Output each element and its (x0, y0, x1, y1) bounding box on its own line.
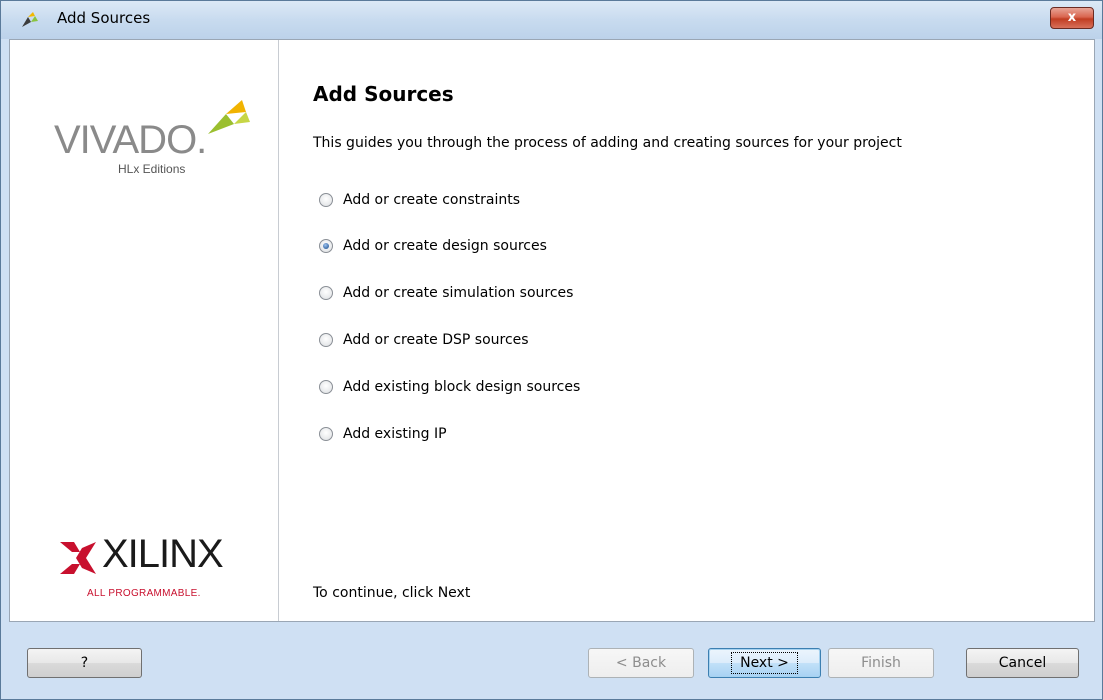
option-label[interactable]: Add or create DSP sources (343, 332, 529, 348)
option-add-create-dsp-sources[interactable]: Add or create DSP sources (319, 330, 529, 350)
cancel-button-label: Cancel (998, 655, 1047, 671)
option-label[interactable]: Add or create simulation sources (343, 285, 573, 301)
back-button-label: < Back (615, 655, 667, 671)
help-button[interactable]: ? (27, 648, 142, 678)
dialog-body: VIVADO. HLx Editions XILINX ALL PROGRAMM… (9, 39, 1095, 622)
close-button[interactable]: x (1050, 7, 1094, 29)
close-icon: x (1067, 10, 1077, 25)
option-label[interactable]: Add existing IP (343, 426, 447, 442)
option-label[interactable]: Add existing block design sources (343, 379, 580, 395)
window-title: Add Sources (57, 9, 151, 27)
title-bar[interactable]: Add Sources x (1, 1, 1102, 39)
option-label[interactable]: Add or create design sources (343, 238, 547, 254)
radio-button-selected[interactable] (319, 239, 333, 253)
button-bar: ? < Back Next > Finish Cancel (1, 622, 1102, 699)
vivado-logo-text: VIVADO. (54, 118, 207, 162)
next-button[interactable]: Next > (708, 648, 821, 678)
option-add-create-design-sources[interactable]: Add or create design sources (319, 236, 547, 256)
next-button-label: Next > (731, 652, 798, 674)
option-add-create-simulation-sources[interactable]: Add or create simulation sources (319, 283, 573, 303)
vivado-edition-text: HLx Editions (118, 162, 186, 176)
vivado-logo-icon (208, 100, 250, 134)
option-label[interactable]: Add or create constraints (343, 192, 520, 208)
add-sources-dialog: Add Sources x VIVADO. HLx Editions XILIN… (0, 0, 1103, 700)
finish-button-label: Finish (861, 655, 901, 671)
radio-button[interactable] (319, 193, 333, 207)
radio-button[interactable] (319, 427, 333, 441)
vivado-app-icon (22, 12, 38, 27)
continue-hint: To continue, click Next (313, 585, 471, 601)
page-title: Add Sources (313, 82, 454, 106)
option-add-create-constraints[interactable]: Add or create constraints (319, 190, 520, 210)
wizard-content: Add Sources This guides you through the … (279, 40, 1094, 621)
wizard-sidebar: VIVADO. HLx Editions XILINX ALL PROGRAMM… (10, 40, 279, 621)
radio-button[interactable] (319, 333, 333, 347)
back-button[interactable]: < Back (588, 648, 694, 678)
xilinx-tagline: ALL PROGRAMMABLE. (87, 588, 201, 599)
xilinx-logo-text: XILINX (102, 532, 224, 576)
help-button-label: ? (80, 655, 89, 671)
radio-button[interactable] (319, 380, 333, 394)
cancel-button[interactable]: Cancel (966, 648, 1079, 678)
finish-button[interactable]: Finish (828, 648, 934, 678)
option-add-existing-block-design[interactable]: Add existing block design sources (319, 377, 580, 397)
page-description: This guides you through the process of a… (313, 135, 902, 151)
radio-button[interactable] (319, 286, 333, 300)
option-add-existing-ip[interactable]: Add existing IP (319, 424, 447, 444)
xilinx-logo-icon (60, 542, 96, 574)
